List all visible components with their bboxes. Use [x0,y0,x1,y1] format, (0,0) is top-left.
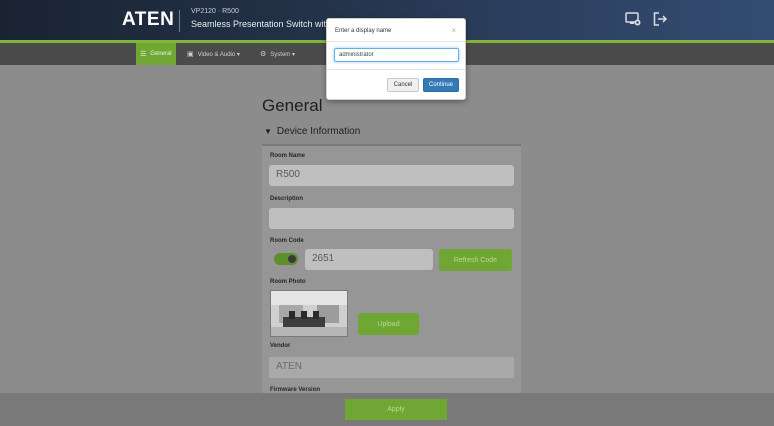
device-information-panel [262,144,521,426]
caret-down-icon: ▼ [264,127,272,136]
dialog-footer-divider [327,69,465,70]
apply-button[interactable]: Apply [345,399,447,420]
bottom-action-bar: Apply [0,393,774,426]
device-information-toggle[interactable]: ▼ Device Information [264,126,360,137]
room-name-label: Room Name [270,153,306,159]
description-label: Description [270,196,304,202]
upload-button[interactable]: Upload [358,313,419,335]
nav-tab-label: Video & Audio ▾ [197,51,240,58]
cancel-button[interactable]: Cancel [387,78,419,92]
refresh-code-button[interactable]: Refresh Code [439,249,512,271]
room-photo-picture [271,291,347,336]
toggle-knob [288,255,296,263]
description-input[interactable] [269,208,514,229]
page-title: General [262,96,323,115]
logout-icon[interactable] [652,11,668,27]
room-code-label: Room Code [270,238,304,244]
dialog-header-divider [327,41,465,42]
display-name-input[interactable] [334,48,459,62]
room-code-input[interactable]: 2651 [305,249,433,270]
room-photo-label: Room Photo [270,279,306,285]
nav-tab-label: System ▾ [270,51,295,58]
room-code-toggle[interactable] [274,253,298,265]
vendor-label: Vendor [270,343,291,349]
continue-button[interactable]: Continue [423,78,459,92]
room-photo-image [270,290,348,337]
product-name: Seamless Presentation Switch with [191,19,332,29]
nav-tab-label: General [150,51,172,57]
vendor-field: ATEN [269,357,514,378]
nav-tab-general[interactable]: ☰ General [136,43,176,65]
monitor-settings-icon[interactable] [625,11,641,27]
device-model: VP2120 · R500 [191,8,239,15]
section-title: Device Information [276,126,361,137]
room-name-input[interactable]: R500 [269,165,514,186]
list-icon: ☰ [140,51,147,58]
gear-icon: ⚙ [260,51,267,58]
video-audio-icon: ▣ [187,51,194,58]
dialog-title: Enter a display name [335,28,392,34]
display-name-dialog: Enter a display name × Cancel Continue [326,18,466,100]
nav-tab-video-audio[interactable]: ▣ Video & Audio ▾ [183,43,244,65]
header-divider [179,10,180,32]
aten-logo: ATEN [122,9,175,30]
close-icon[interactable]: × [451,26,456,35]
nav-tab-system[interactable]: ⚙ System ▾ [256,43,299,65]
